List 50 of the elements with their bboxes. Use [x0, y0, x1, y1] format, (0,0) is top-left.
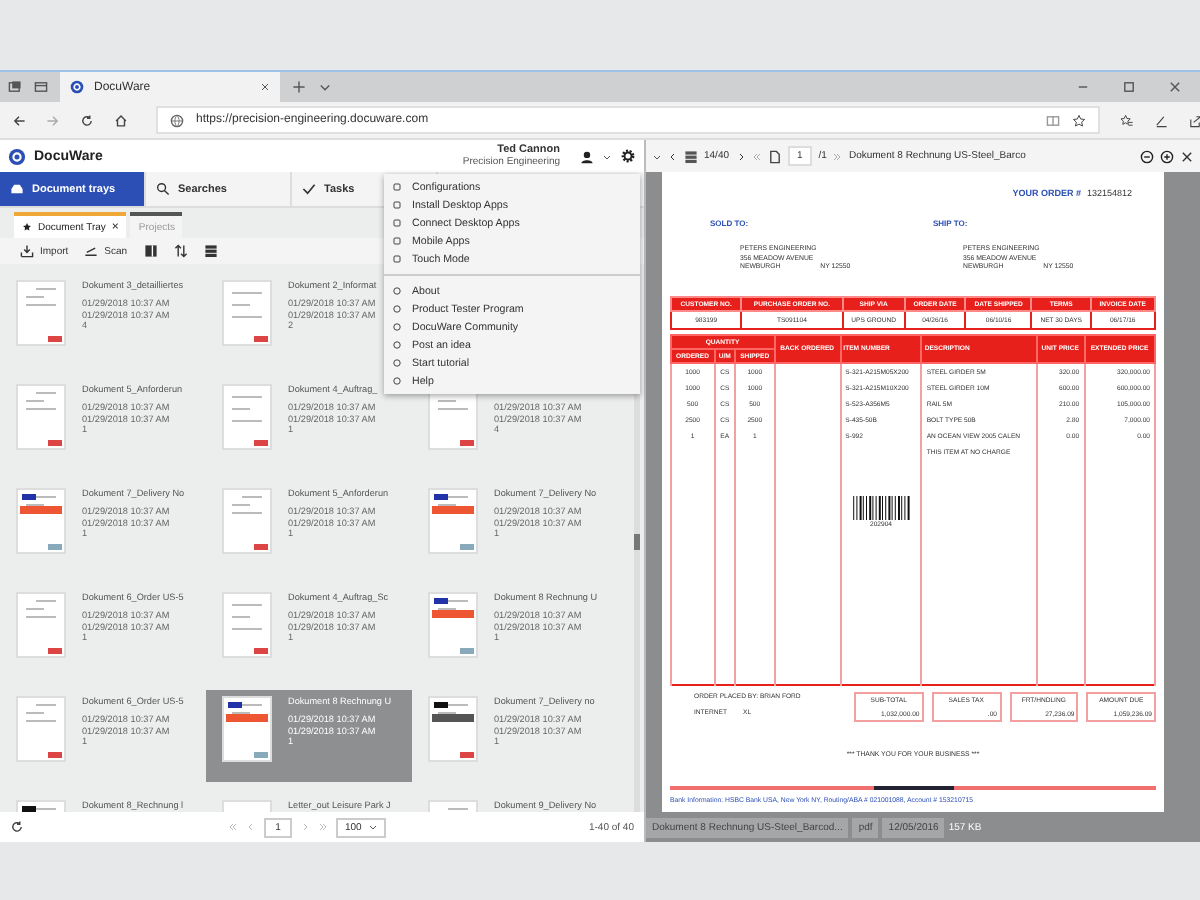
back-arrow-icon[interactable] [12, 113, 26, 127]
refresh-icon[interactable] [80, 113, 94, 127]
panel-icon[interactable] [143, 244, 158, 258]
document-thumbnail[interactable] [222, 488, 272, 554]
zoom-in-icon[interactable] [1160, 149, 1174, 163]
document-thumbnail[interactable] [222, 696, 272, 762]
barcode-drawing [850, 495, 911, 519]
tray-icon [10, 182, 24, 196]
star-icon[interactable] [1072, 113, 1086, 127]
share-icon[interactable] [1188, 113, 1200, 127]
import-icon [20, 244, 34, 258]
document-thumbnail[interactable] [222, 280, 272, 346]
document-thumbnail[interactable] [16, 384, 66, 450]
user-icon[interactable] [580, 149, 594, 163]
document-thumbnail[interactable] [16, 696, 66, 762]
close-icon[interactable] [260, 82, 270, 92]
minimize-icon[interactable] [1076, 80, 1090, 94]
book-icon[interactable] [1046, 113, 1060, 127]
refresh-icon[interactable] [10, 820, 24, 834]
close-icon[interactable] [1168, 80, 1182, 94]
document-thumbnail[interactable] [16, 592, 66, 658]
settings-icon[interactable] [620, 148, 636, 164]
maximize-icon[interactable] [1122, 80, 1136, 94]
zoom-out-icon[interactable] [1140, 149, 1154, 163]
stack-icon[interactable] [203, 244, 218, 258]
search-icon [156, 182, 170, 196]
pen-icon[interactable] [1154, 113, 1168, 127]
logo-icon [8, 147, 26, 165]
plus-icon[interactable] [292, 80, 306, 94]
document-thumbnail[interactable] [428, 696, 478, 762]
tabs-icon[interactable] [8, 80, 22, 94]
document-thumbnail[interactable] [428, 592, 478, 658]
document-thumbnail[interactable] [222, 384, 272, 450]
chevron-down-icon[interactable] [318, 80, 332, 94]
scanner-icon [84, 244, 99, 258]
sort-icon[interactable] [173, 244, 188, 258]
stack-icon[interactable] [684, 149, 698, 163]
close-icon[interactable] [1180, 149, 1194, 163]
document-thumbnail[interactable] [428, 488, 478, 554]
page-icon[interactable] [767, 149, 782, 163]
globe-icon [170, 113, 184, 127]
document-thumbnail[interactable] [16, 488, 66, 554]
checkmark-icon [302, 182, 316, 196]
document-thumbnail[interactable] [222, 592, 272, 658]
logo-icon [70, 80, 84, 94]
favorites-icon[interactable] [1120, 113, 1134, 127]
star-icon [22, 222, 32, 232]
window-icon[interactable] [34, 80, 48, 94]
document-thumbnail[interactable] [16, 280, 66, 346]
home-icon[interactable] [114, 113, 128, 127]
